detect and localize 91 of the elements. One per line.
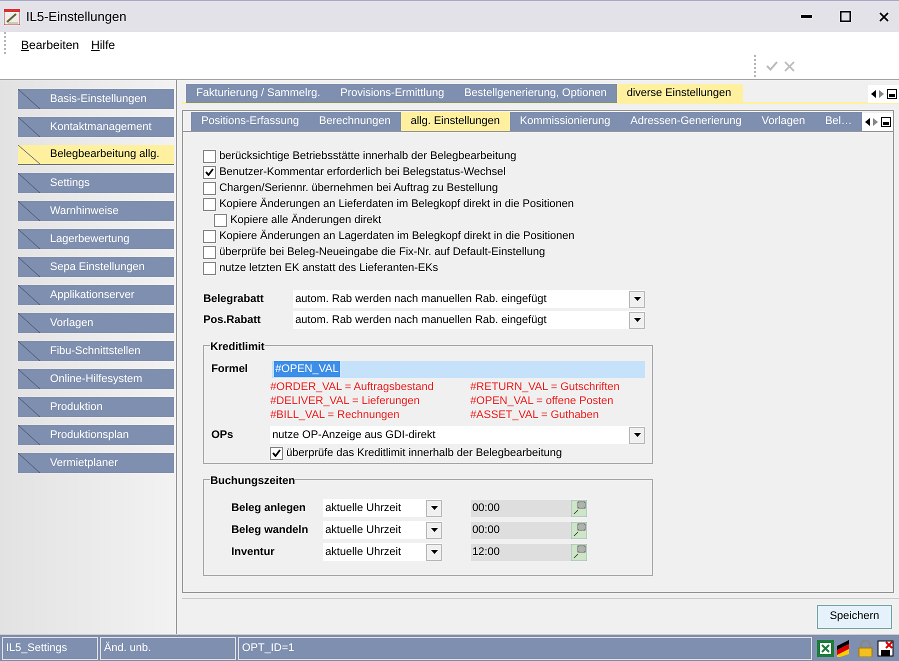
- window-title: IL5-Einstellungen: [26, 8, 126, 26]
- menu-item[interactable]: Hilfe: [91, 36, 116, 54]
- dropdown[interactable]: aktuelle Uhrzeit: [323, 499, 442, 517]
- legend-text: #BILL_VAL = Rechnungen: [270, 408, 401, 422]
- checkbox[interactable]: [270, 446, 284, 460]
- group-title: Buchungszeiten: [210, 473, 296, 490]
- tab[interactable]: Provisions-Ermittlung: [330, 84, 454, 103]
- tab[interactable]: diverse Einstellungen: [616, 84, 744, 103]
- time-field[interactable]: 00:00: [471, 500, 572, 516]
- sidebar-item[interactable]: Belegbearbeitung allg.: [18, 145, 174, 165]
- legend-text: #RETURN_VAL = Gutschriften: [470, 380, 621, 394]
- tab[interactable]: Vorlagen: [752, 112, 816, 131]
- field-label: Belegrabatt: [203, 292, 265, 307]
- dropdown-arrow-icon: [430, 550, 438, 554]
- sidebar-item[interactable]: Fibu-Schnittstellen: [18, 341, 174, 361]
- dropdown-arrow-icon: [634, 297, 641, 301]
- spreadsheet-icon[interactable]: [817, 640, 834, 656]
- sidebar-item[interactable]: Produktion: [18, 397, 174, 417]
- window-list-icon[interactable]: [887, 88, 897, 98]
- tab[interactable]: Bestellgenerierung, Optionen: [454, 84, 617, 103]
- legend-text: #OPEN_VAL = offene Posten: [470, 394, 614, 408]
- checkbox-label: nutze letzten EK anstatt des Lieferanten-EKs: [219, 260, 438, 276]
- time-field[interactable]: 00:00: [471, 522, 572, 538]
- checkbox-label: Kopiere Änderungen an Lagerdaten im Belegkopf direkt in die Positionen: [219, 228, 574, 244]
- checkbox-label: Benutzer-Kommentar erforderlich bei Belegstatus-Wechsel: [219, 164, 506, 180]
- sidebar-item[interactable]: Applikationserver: [18, 285, 174, 305]
- field-label: Inventur: [231, 544, 276, 560]
- calendar-icon[interactable]: [571, 522, 588, 538]
- field-label: OPs: [211, 428, 234, 443]
- tab[interactable]: Berechnungen: [309, 112, 401, 131]
- sidebar-item[interactable]: Basis-Einstellungen: [18, 89, 174, 109]
- sidebar-item[interactable]: Lagerbewertung: [18, 229, 174, 249]
- checkbox-label: berücksichtige Betriebsstätte innerhalb der Belegbearbeitung: [219, 148, 516, 164]
- checkbox[interactable]: [203, 182, 216, 194]
- sidebar-item[interactable]: Settings: [18, 173, 174, 193]
- window-list-icon[interactable]: [881, 116, 891, 126]
- tab[interactable]: Positions-Erfassung: [191, 112, 310, 131]
- time-field[interactable]: 12:00: [471, 544, 572, 560]
- status-text: Änd. unb.: [100, 636, 236, 660]
- dropdown[interactable]: aktuelle Uhrzeit: [323, 521, 442, 539]
- sidebar-item[interactable]: Produktionsplan: [18, 425, 174, 445]
- dropdown-arrow-icon: [634, 318, 641, 322]
- sidebar-item[interactable]: Sepa Einstellungen: [18, 257, 174, 277]
- calendar-icon[interactable]: [571, 500, 588, 516]
- legend-text: #DELIVER_VAL = Lieferungen: [270, 394, 421, 408]
- checkbox[interactable]: [214, 214, 228, 226]
- checkbox-label: Kopiere alle Änderungen direkt: [230, 212, 382, 228]
- formula-field[interactable]: #OPEN_VAL: [272, 360, 646, 378]
- dropdown[interactable]: autom. Rab werden nach manuellen Rab. eingefügt: [293, 290, 646, 308]
- checkbox[interactable]: [203, 262, 216, 274]
- field-label: Pos.Rabatt: [203, 312, 262, 328]
- tab[interactable]: Fakturierung / Sammelrg.: [186, 84, 330, 103]
- close-icon[interactable]: [879, 12, 889, 22]
- checkbox-label: Kopiere Änderungen an Lieferdaten im Belegkopf direkt in die Positionen: [219, 196, 574, 212]
- tab[interactable]: Bel…: [815, 112, 862, 131]
- field-label: Formel: [211, 362, 249, 377]
- scroll-left-icon[interactable]: [871, 90, 876, 98]
- checkbox[interactable]: [203, 198, 216, 210]
- dropdown-arrow-icon: [430, 506, 438, 510]
- dropdown[interactable]: nutze OP-Anzeige aus GDI-direkt: [270, 426, 646, 444]
- dropdown-arrow-icon: [634, 433, 641, 437]
- checkbox-label: überprüfe das Kreditlimit innerhalb der Belegbearbeitung: [286, 446, 562, 461]
- calendar-icon[interactable]: [571, 544, 588, 560]
- sidebar-item[interactable]: Vermietplaner: [18, 453, 174, 473]
- checkbox-label: überprüfe bei Beleg-Neueingabe die Fix-Nr. auf Default-Einstellung: [219, 244, 546, 260]
- status-text: IL5_Settings: [2, 636, 98, 660]
- sidebar-item[interactable]: Online-Hilfesystem: [18, 369, 174, 389]
- scroll-left-icon[interactable]: [865, 118, 870, 126]
- checkbox[interactable]: [203, 150, 216, 162]
- maximize-icon[interactable]: [840, 11, 851, 22]
- sidebar-item[interactable]: Vorlagen: [18, 313, 174, 333]
- checkbox[interactable]: [203, 230, 216, 242]
- tab[interactable]: Kommissionierung: [510, 112, 620, 131]
- checkbox[interactable]: [203, 246, 216, 258]
- tab[interactable]: Adressen-Generierung: [620, 112, 752, 131]
- status-text: OPT_ID=1: [238, 636, 812, 660]
- legend-text: #ASSET_VAL = Guthaben: [470, 408, 600, 422]
- dropdown-arrow-icon: [430, 528, 438, 532]
- save-button[interactable]: Speichern: [817, 604, 892, 628]
- tab[interactable]: allg. Einstellungen: [400, 112, 510, 131]
- app-icon: [4, 8, 20, 24]
- checkbox-label: Chargen/Seriennr. übernehmen bei Auftrag zu Bestellung: [219, 180, 498, 196]
- menu-item[interactable]: Bearbeiten: [21, 36, 80, 54]
- sidebar-item[interactable]: Kontaktmanagement: [18, 117, 174, 137]
- dropdown[interactable]: autom. Rab werden nach manuellen Rab. eingefügt: [293, 311, 646, 329]
- field-label: Beleg anlegen: [231, 500, 307, 516]
- field-label: Beleg wandeln: [231, 522, 310, 538]
- dropdown[interactable]: aktuelle Uhrzeit: [323, 543, 442, 561]
- sidebar-item[interactable]: Warnhinweise: [18, 201, 174, 221]
- legend-text: #ORDER_VAL = Auftragsbestand: [270, 380, 435, 394]
- checkbox[interactable]: [203, 166, 216, 178]
